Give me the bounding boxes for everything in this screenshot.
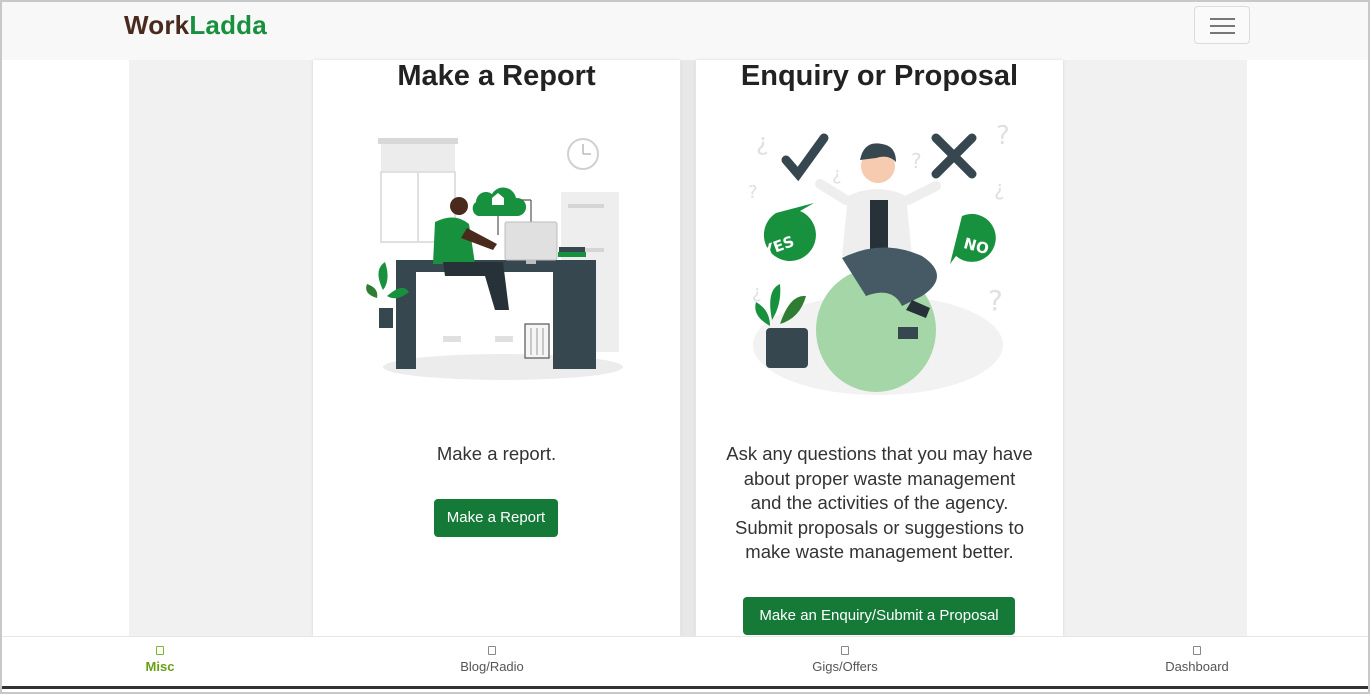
enquiry-description-line: Ask any questions that you may have [726, 443, 1033, 464]
blog-radio-icon [488, 646, 496, 655]
enquiry-description-line: and the activities of the agency. [750, 492, 1009, 513]
svg-text:?: ? [988, 284, 1003, 317]
gigs-offers-icon [841, 646, 849, 655]
svg-text:¿: ¿ [752, 282, 762, 303]
brand-logo-part2: Ladda [189, 10, 267, 40]
top-navbar: WorkLadda [2, 2, 1368, 60]
misc-icon [156, 646, 164, 655]
make-enquiry-button[interactable]: Make an Enquiry/Submit a Proposal [743, 597, 1015, 635]
svg-text:¿: ¿ [994, 176, 1005, 200]
bottom-nav-label: Misc [145, 659, 175, 674]
bottom-border [2, 686, 1368, 689]
svg-text:?: ? [748, 182, 758, 203]
bottom-nav-label: Blog/Radio [460, 659, 524, 674]
brand-logo-part1: Work [124, 10, 190, 40]
card-gap [681, 60, 695, 636]
enquiry-description-line: about proper waste management [743, 467, 1016, 489]
svg-text:¿: ¿ [832, 164, 842, 185]
bottom-navigation: Misc Blog/Radio Gigs/Offers Dashboard [2, 636, 1368, 688]
yes-no-decision-illustration: ¿ ? ? ¿ ? ¿ ? ¿ YES NO [748, 121, 1010, 395]
report-card: Make a Report Make a report. Make a Repo… [313, 60, 680, 636]
enquiry-description-line: make waste management better. [745, 541, 1014, 562]
enquiry-card-title: Enquiry or Proposal [740, 60, 1019, 92]
hamburger-bar [1210, 25, 1235, 27]
enquiry-description-line: Submit proposals or suggestions to [735, 516, 1024, 538]
hamburger-bar [1210, 32, 1235, 34]
enquiry-card-description: Ask any questions that you may have abou… [714, 442, 1045, 565]
report-card-description: Make a report. [436, 443, 557, 464]
bottom-nav-misc[interactable]: Misc [120, 637, 200, 689]
bottom-nav-dashboard[interactable]: Dashboard [1137, 637, 1257, 689]
enquiry-card: Enquiry or Proposal ¿ ? ? ¿ ? ¿ ? ¿ YES … [696, 60, 1063, 636]
hamburger-menu-icon[interactable] [1194, 6, 1250, 44]
person-at-desk-illustration [366, 138, 623, 380]
make-report-button[interactable]: Make a Report [434, 499, 558, 537]
report-card-title: Make a Report [397, 60, 596, 92]
bottom-nav-label: Gigs/Offers [812, 659, 878, 674]
app-frame: WorkLadda Make a Report Make a report. M… [0, 0, 1370, 694]
bottom-nav-label: Dashboard [1165, 659, 1229, 674]
bottom-nav-gigs-offers[interactable]: Gigs/Offers [785, 637, 905, 689]
hamburger-bar [1210, 18, 1235, 20]
dashboard-icon [1193, 646, 1201, 655]
svg-text:?: ? [911, 149, 922, 173]
bottom-nav-blog-radio[interactable]: Blog/Radio [432, 637, 552, 689]
brand-logo[interactable]: WorkLadda [124, 10, 267, 41]
svg-text:?: ? [996, 121, 1010, 151]
svg-text:¿: ¿ [756, 128, 769, 156]
